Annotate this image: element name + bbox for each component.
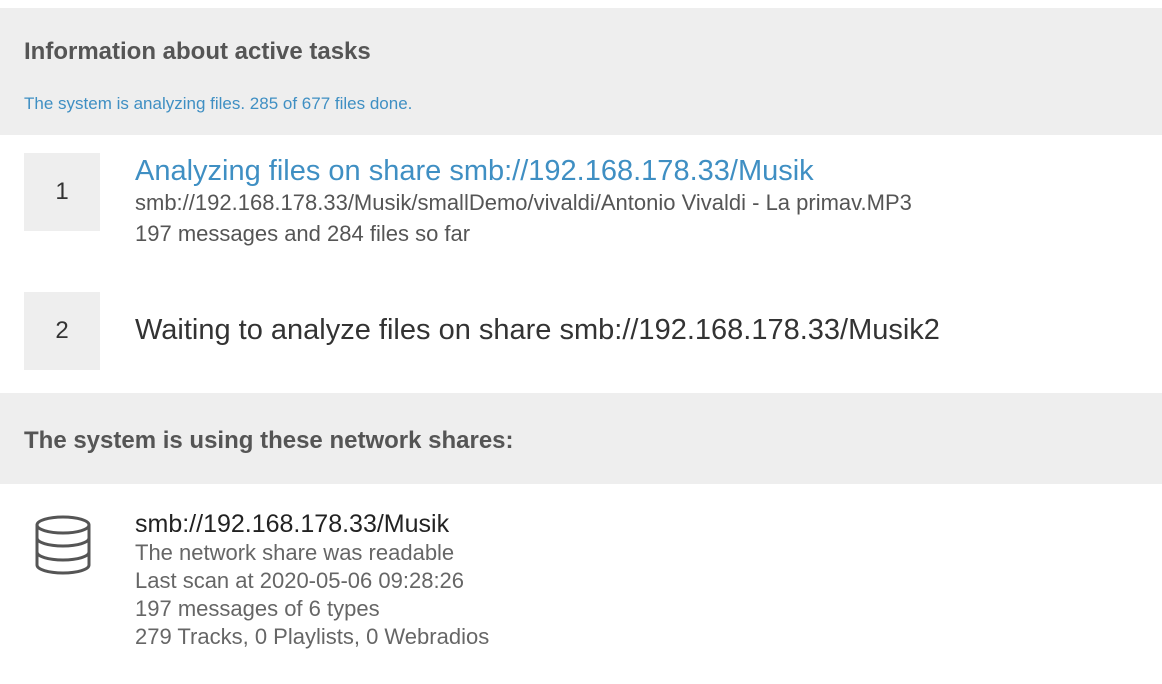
share-details: smb://192.168.178.33/Musik The network s…	[135, 510, 489, 651]
task-title: Waiting to analyze files on share smb://…	[135, 314, 940, 346]
network-shares-heading: The system is using these network shares…	[24, 427, 514, 454]
share-state: The network share was readable	[135, 540, 455, 565]
task-progress: 197 messages and 284 files so far	[135, 221, 471, 246]
analysis-status-text: The system is analyzing files. 285 of 67…	[24, 94, 413, 113]
database-icon	[35, 515, 91, 575]
task-number-badge: 1	[24, 153, 100, 231]
share-counts: 279 Tracks, 0 Playlists, 0 Webradios	[135, 624, 490, 649]
task-current-file: smb://192.168.178.33/Musik/smallDemo/viv…	[135, 190, 912, 215]
task-title: Analyzing files on share smb://192.168.1…	[135, 155, 814, 187]
active-tasks-heading: Information about active tasks	[24, 38, 371, 65]
task-number-badge: 2	[24, 292, 100, 370]
active-tasks-panel: Information about active tasks The syste…	[0, 8, 1162, 135]
task-details: Analyzing files on share smb://192.168.1…	[135, 155, 912, 249]
network-shares-panel: The system is using these network shares…	[0, 393, 1162, 484]
share-messages: 197 messages of 6 types	[135, 596, 380, 621]
task-details: Waiting to analyze files on share smb://…	[135, 314, 940, 346]
share-name: smb://192.168.178.33/Musik	[135, 510, 450, 538]
share-last-scan: Last scan at 2020-05-06 09:28:26	[135, 568, 465, 593]
